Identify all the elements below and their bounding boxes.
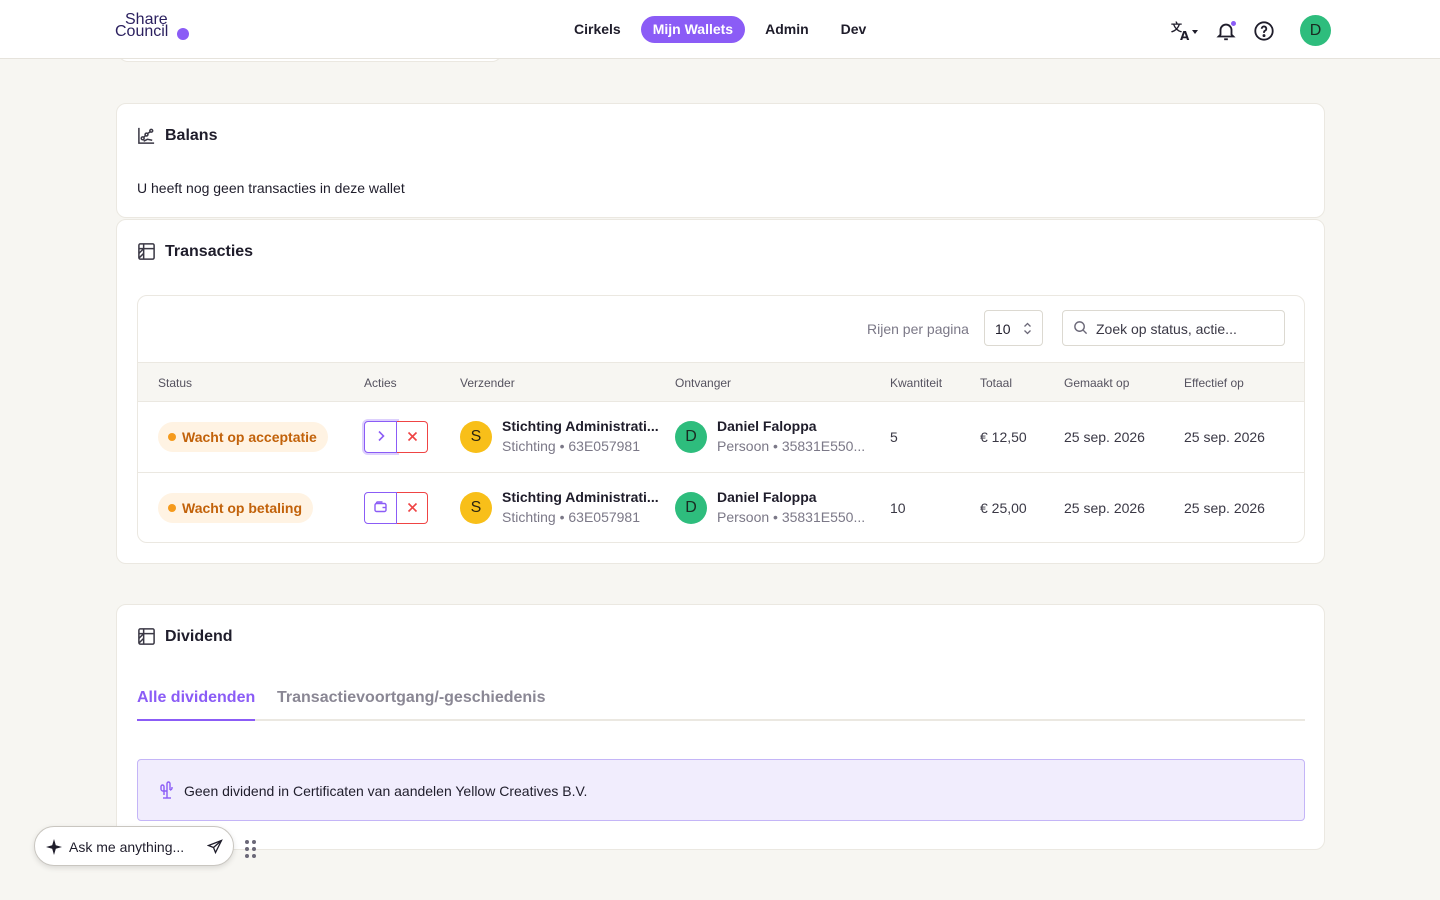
- accept-button[interactable]: [364, 421, 397, 453]
- bell-icon[interactable]: [1214, 18, 1238, 44]
- chevron-right-icon: [375, 429, 387, 445]
- help-icon[interactable]: [1252, 18, 1276, 44]
- dividend-empty-text: Geen dividend in Certificaten van aandel…: [184, 783, 588, 799]
- col-ontvanger[interactable]: Ontvanger: [675, 376, 731, 390]
- receiver-sub: Persoon • 35831E550...: [717, 438, 866, 454]
- nav-admin[interactable]: Admin: [753, 16, 821, 43]
- balans-header: Balans: [137, 126, 217, 145]
- table-row[interactable]: Wacht op betaling S Stichting Administra…: [138, 473, 1304, 542]
- col-acties: Acties: [364, 376, 397, 390]
- tab-alle-dividenden[interactable]: Alle dividenden: [137, 689, 256, 721]
- effective-cell: 25 sep. 2026: [1184, 429, 1265, 445]
- dividend-header: Dividend: [137, 627, 233, 646]
- translate-icon[interactable]: 文A: [1170, 18, 1200, 44]
- sender-sub: Stichting • 63E057981: [502, 438, 641, 454]
- status-badge: Wacht op betaling: [158, 493, 314, 523]
- tab-transactievoortgang[interactable]: Transactievoortgang/-geschiedenis: [277, 689, 546, 721]
- chevron-updown-icon: [1023, 322, 1032, 338]
- logo-dot: [177, 28, 189, 40]
- sender-name: Stichting Administrati...: [502, 489, 659, 505]
- cactus-icon: [160, 781, 174, 802]
- ask-assistant-input[interactable]: Ask me anything...: [34, 826, 234, 866]
- receiver-name: Daniel Faloppa: [717, 418, 817, 434]
- reject-button[interactable]: [397, 492, 428, 524]
- quantity-cell: 10: [890, 500, 906, 516]
- sender-name: Stichting Administrati...: [502, 418, 659, 434]
- wallet-icon: [374, 500, 387, 516]
- drag-handle-icon[interactable]: [245, 840, 257, 860]
- rows-per-page-select[interactable]: 10: [984, 310, 1043, 346]
- col-gemaakt-op[interactable]: Gemaakt op: [1064, 376, 1129, 390]
- effective-cell: 25 sep. 2026: [1184, 500, 1265, 516]
- nav-mijn-wallets[interactable]: Mijn Wallets: [640, 16, 746, 43]
- created-cell: 25 sep. 2026: [1064, 500, 1145, 516]
- table-header: Status Acties Verzender Ontvanger Kwanti…: [138, 362, 1304, 402]
- sender-avatar: S: [460, 492, 492, 524]
- sender-cell: S Stichting Administrati... Stichting • …: [460, 489, 665, 525]
- balans-empty-text: U heeft nog geen transacties in deze wal…: [137, 180, 405, 196]
- status-badge: Wacht op acceptatie: [158, 422, 328, 452]
- quantity-cell: 5: [890, 429, 898, 445]
- transactions-table: Rijen per pagina 10 Zoek op status, acti…: [137, 295, 1305, 543]
- search-icon: [1073, 320, 1088, 338]
- nav-dev[interactable]: Dev: [829, 16, 879, 43]
- chart-line-icon: [137, 126, 156, 145]
- sender-avatar: S: [460, 421, 492, 453]
- user-avatar[interactable]: D: [1300, 15, 1331, 46]
- search-placeholder: Zoek op status, actie...: [1096, 321, 1237, 337]
- receiver-cell: D Daniel Faloppa Persoon • 35831E550...: [675, 418, 880, 454]
- close-icon: [407, 500, 418, 516]
- send-icon[interactable]: [206, 839, 223, 860]
- ask-placeholder: Ask me anything...: [69, 839, 185, 855]
- receiver-cell: D Daniel Faloppa Persoon • 35831E550...: [675, 489, 880, 525]
- sparkle-icon: [45, 838, 63, 861]
- table-icon: [137, 242, 156, 261]
- logo-line-council: Council: [115, 23, 169, 40]
- created-cell: 25 sep. 2026: [1064, 429, 1145, 445]
- balans-card: Balans U heeft nog geen transacties in d…: [116, 103, 1325, 218]
- table-icon: [137, 627, 156, 646]
- header-actions: 文A D: [1170, 15, 1331, 46]
- close-icon: [407, 429, 418, 445]
- nav-cirkels[interactable]: Cirkels: [562, 16, 633, 43]
- total-cell: € 25,00: [980, 500, 1027, 516]
- rows-per-page-label: Rijen per pagina: [867, 321, 969, 337]
- svg-text:A: A: [1180, 29, 1190, 42]
- table-row[interactable]: Wacht op acceptatie S Stichting Administ…: [138, 402, 1304, 473]
- transacties-title: Transacties: [165, 242, 254, 260]
- total-cell: € 12,50: [980, 429, 1027, 445]
- col-totaal[interactable]: Totaal: [980, 376, 1012, 390]
- col-effectief-op[interactable]: Effectief op: [1184, 376, 1244, 390]
- col-status[interactable]: Status: [158, 376, 192, 390]
- pay-button[interactable]: [364, 492, 397, 524]
- receiver-avatar: D: [675, 492, 707, 524]
- notification-dot: [1230, 19, 1237, 27]
- dividend-title: Dividend: [165, 627, 233, 645]
- transactions-search-input[interactable]: Zoek op status, actie...: [1062, 310, 1285, 346]
- transacties-card: Transacties Rijen per pagina 10 Zoek op …: [116, 219, 1325, 564]
- row-actions: [364, 492, 428, 524]
- sender-cell: S Stichting Administrati... Stichting • …: [460, 418, 665, 454]
- sender-sub: Stichting • 63E057981: [502, 509, 641, 525]
- dividend-empty-alert: Geen dividend in Certificaten van aandel…: [137, 759, 1305, 821]
- balans-title: Balans: [165, 126, 218, 144]
- dividend-tabs: Alle dividenden Transactievoortgang/-ges…: [137, 689, 1305, 721]
- dividend-card: Dividend Alle dividenden Transactievoort…: [116, 604, 1325, 850]
- reject-button[interactable]: [397, 421, 428, 453]
- receiver-sub: Persoon • 35831E550...: [717, 509, 866, 525]
- row-actions: [364, 421, 428, 453]
- main-nav: Cirkels Mijn Wallets Admin Dev: [562, 16, 878, 43]
- receiver-avatar: D: [675, 421, 707, 453]
- transacties-header: Transacties: [137, 242, 253, 261]
- col-verzender[interactable]: Verzender: [460, 376, 515, 390]
- col-kwantiteit[interactable]: Kwantiteit: [890, 376, 942, 390]
- top-navigation-bar: Share Council Cirkels Mijn Wallets Admin…: [0, 0, 1440, 59]
- rows-per-page-value: 10: [995, 321, 1011, 337]
- receiver-name: Daniel Faloppa: [717, 489, 817, 505]
- sharecouncil-logo[interactable]: Share Council: [115, 12, 189, 40]
